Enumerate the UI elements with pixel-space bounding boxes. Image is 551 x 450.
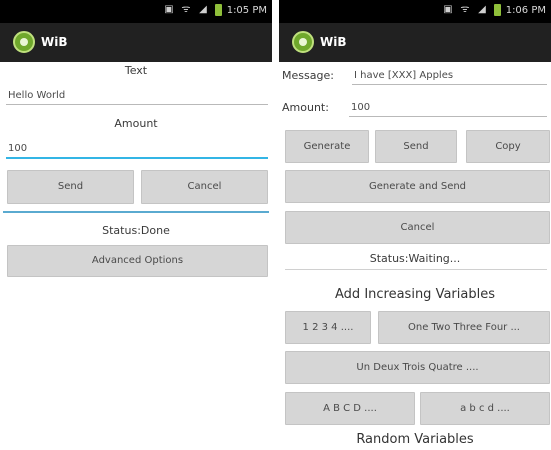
advanced-options-button[interactable]: Advanced Options xyxy=(7,245,268,277)
copy-button[interactable]: Copy xyxy=(466,130,550,163)
app-logo-icon[interactable] xyxy=(13,31,35,53)
status-bar: ▣ ᯤ ◢ 1:05 PM xyxy=(0,0,272,23)
action-bar: WiB xyxy=(279,23,551,62)
action-bar: WiB xyxy=(0,23,272,62)
increasing-variables-title: Add Increasing Variables xyxy=(335,287,495,302)
amount-label: Amount: xyxy=(282,101,329,114)
status-icons: ▣ ᯤ ◢ xyxy=(443,4,501,16)
app-title: WiB xyxy=(320,35,347,49)
message-label: Message: xyxy=(282,69,334,82)
right-phone-screen: ▣ ᯤ ◢ 1:06 PM WiB Message: I have [XXX] … xyxy=(279,0,551,450)
message-input[interactable]: I have [XXX] Apples xyxy=(352,67,547,85)
text-label: Text xyxy=(124,64,148,77)
left-phone-screen: ▣ ᯤ ◢ 1:05 PM WiB Text Hello World Amoun… xyxy=(0,0,272,450)
french-sequence-button[interactable]: Un Deux Trois Quatre .... xyxy=(285,351,550,384)
uppercase-letters-button[interactable]: A B C D .... xyxy=(285,392,415,425)
generate-and-send-button[interactable]: Generate and Send xyxy=(285,170,550,203)
amount-input[interactable]: 100 xyxy=(6,140,268,159)
signal-icon: ◢ xyxy=(478,4,486,15)
numbers-sequence-button[interactable]: 1 2 3 4 .... xyxy=(285,311,371,344)
app-logo-icon[interactable] xyxy=(292,31,314,53)
main-content: Message: I have [XXX] Apples Amount: 100… xyxy=(279,62,551,450)
status-icons: ▣ ᯤ ◢ xyxy=(164,4,222,16)
status-text: Status:Waiting... xyxy=(369,252,461,265)
wifi-icon: ᯤ xyxy=(181,4,191,15)
sim-icon: ▣ xyxy=(164,4,174,15)
amount-input[interactable]: 100 xyxy=(349,99,547,117)
battery-icon xyxy=(494,4,501,16)
wifi-icon: ᯤ xyxy=(460,4,470,15)
cancel-button[interactable]: Cancel xyxy=(285,211,550,244)
divider xyxy=(285,269,547,270)
main-content: Text Hello World Amount 100 Send Cancel … xyxy=(0,62,272,450)
send-button[interactable]: Send xyxy=(7,170,134,204)
generate-button[interactable]: Generate xyxy=(285,130,369,163)
status-time: 1:05 PM xyxy=(226,5,267,16)
app-title: WiB xyxy=(41,35,68,49)
amount-label: Amount xyxy=(114,117,158,130)
cancel-button[interactable]: Cancel xyxy=(141,170,268,204)
status-bar: ▣ ᯤ ◢ 1:06 PM xyxy=(279,0,551,23)
status-time: 1:06 PM xyxy=(505,5,546,16)
send-button[interactable]: Send xyxy=(375,130,457,163)
signal-icon: ◢ xyxy=(199,4,207,15)
sim-icon: ▣ xyxy=(443,4,453,15)
battery-icon xyxy=(215,4,222,16)
random-variables-title: Random Variables xyxy=(356,432,474,447)
text-input[interactable]: Hello World xyxy=(6,87,268,105)
status-text: Status:Done xyxy=(102,224,170,237)
lowercase-letters-button[interactable]: a b c d .... xyxy=(420,392,550,425)
divider xyxy=(3,211,269,213)
words-sequence-button[interactable]: One Two Three Four ... xyxy=(378,311,550,344)
